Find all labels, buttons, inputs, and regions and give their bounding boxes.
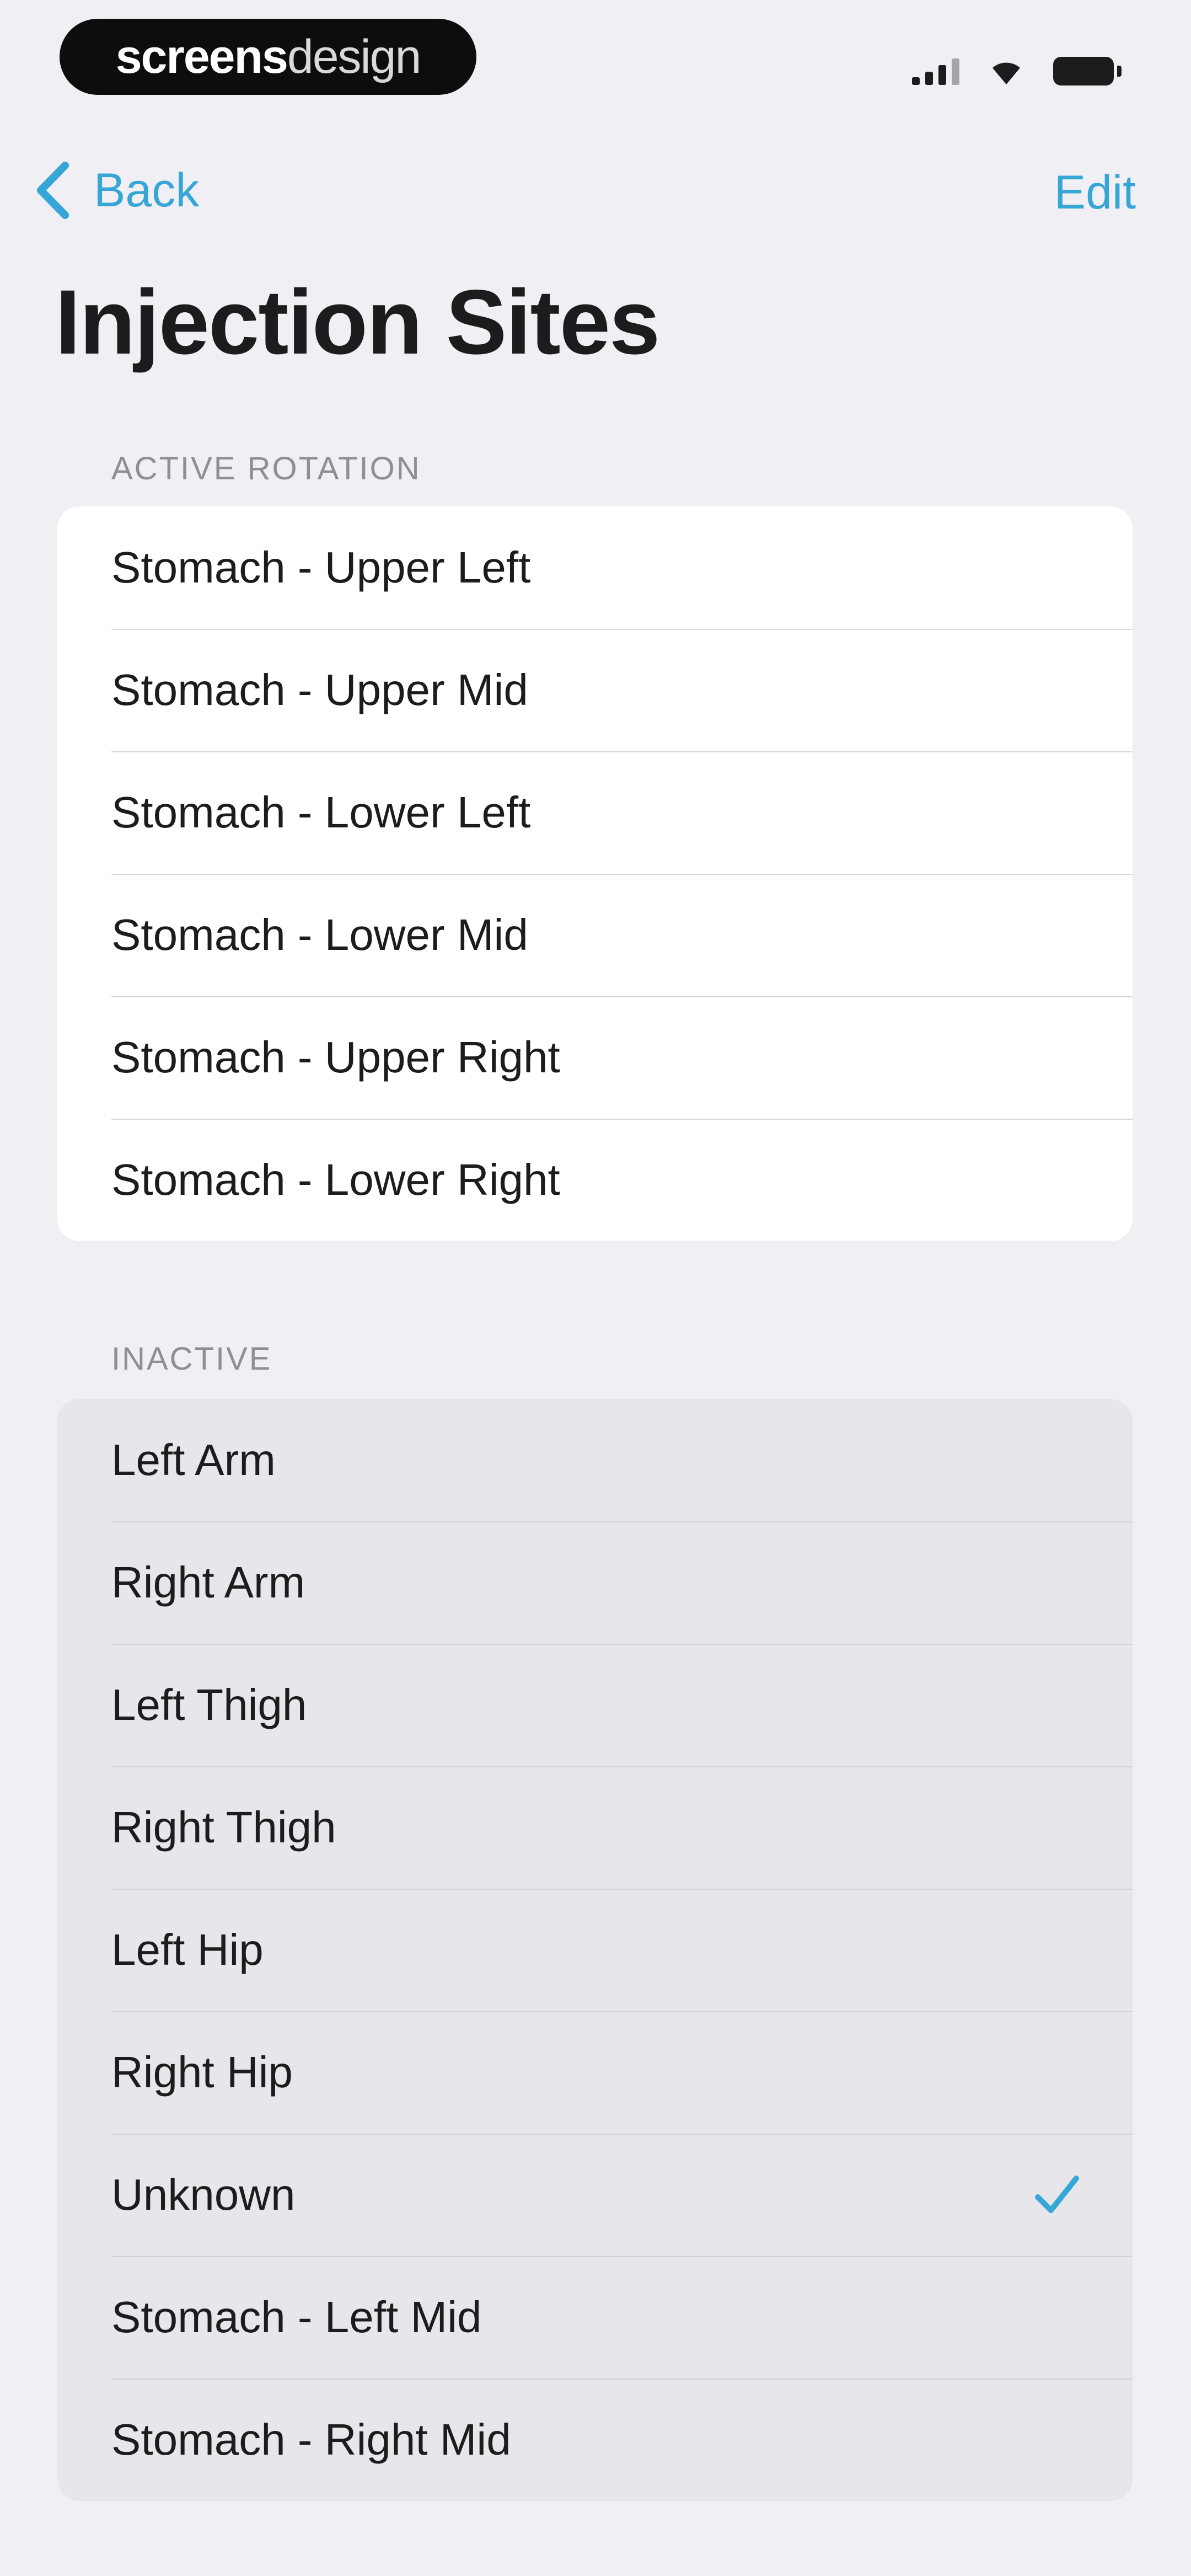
edit-button[interactable]: Edit [1054,165,1136,220]
navigation-bar: Back Edit [0,149,1191,237]
brand-logo: screens design [60,19,476,95]
list-item-label: Right Hip [111,2048,293,2097]
signal-icon [912,57,959,85]
checkmark-icon [1035,2176,1079,2213]
list-item[interactable]: Stomach - Lower Left [57,751,1133,874]
active-rotation-list: Stomach - Upper Left Stomach - Upper Mid… [57,506,1133,1241]
list-item[interactable]: Stomach - Right Mid [57,2379,1133,2501]
wifi-icon [993,62,1020,84]
list-item[interactable]: Right Arm [57,1521,1133,1644]
section-header-active: ACTIVE ROTATION [111,451,421,487]
list-item-label: Stomach - Upper Right [111,1033,560,1082]
brand-logo-light: design [287,30,421,83]
list-item[interactable]: Left Arm [57,1399,1133,1521]
section-header-inactive: INACTIVE [111,1341,272,1377]
list-item-label: Unknown [111,2170,296,2219]
list-item-label: Left Arm [111,1435,276,1484]
list-item-selected[interactable]: Unknown [57,2134,1133,2256]
inactive-list: Left Arm Right Arm Left Thigh Right Thig… [57,1399,1133,2501]
back-button[interactable]: Back [33,160,199,221]
list-item-label: Right Arm [111,1558,305,1607]
list-item[interactable]: Stomach - Lower Right [57,1119,1133,1241]
list-item[interactable]: Left Hip [57,1889,1133,2011]
list-item-label: Left Hip [111,1925,264,1974]
list-item-label: Stomach - Lower Right [111,1155,560,1204]
list-item-label: Stomach - Upper Left [111,543,531,592]
list-item[interactable]: Left Thigh [57,1644,1133,1766]
list-item[interactable]: Right Thigh [57,1766,1133,1889]
list-item-label: Stomach - Right Mid [111,2415,511,2464]
list-item[interactable]: Stomach - Lower Mid [57,874,1133,996]
status-bar: screens design [0,0,1191,110]
chevron-left-icon [37,162,69,219]
list-item-label: Left Thigh [111,1680,307,1729]
list-item[interactable]: Stomach - Upper Right [57,996,1133,1119]
page-title: Injection Sites [55,271,660,373]
list-item[interactable]: Stomach - Upper Mid [57,629,1133,751]
list-item-label: Stomach - Lower Mid [111,910,528,959]
list-item-label: Stomach - Upper Mid [111,665,528,714]
list-item[interactable]: Stomach - Left Mid [57,2256,1133,2379]
list-item[interactable]: Right Hip [57,2011,1133,2134]
brand-logo-bold: screens [115,30,288,83]
list-item[interactable]: Stomach - Upper Left [57,506,1133,629]
list-item-label: Right Thigh [111,1803,336,1852]
battery-icon [1053,57,1122,85]
list-item-label: Stomach - Lower Left [111,788,531,837]
status-icons [912,52,1122,90]
list-item-label: Stomach - Left Mid [111,2292,482,2342]
back-button-label: Back [94,163,200,217]
